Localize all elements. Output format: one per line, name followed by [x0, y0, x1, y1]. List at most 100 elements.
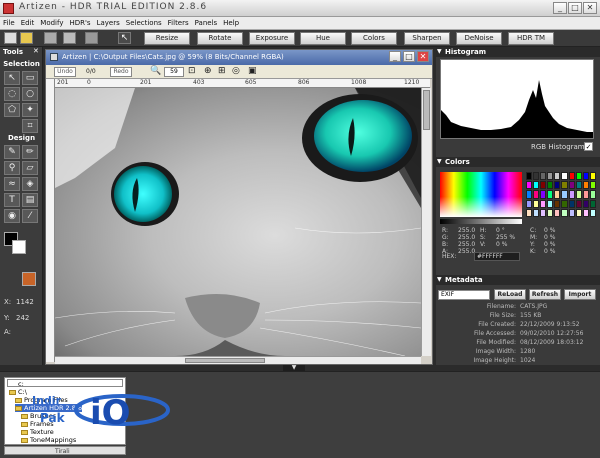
- menu-file[interactable]: File: [0, 17, 18, 30]
- color-swatch[interactable]: [554, 208, 561, 217]
- hue-button[interactable]: Hue: [300, 32, 346, 45]
- text-tool-icon[interactable]: T: [4, 193, 20, 207]
- pencil-tool-icon[interactable]: ✏: [22, 145, 38, 159]
- color-swatch[interactable]: [533, 208, 540, 217]
- color-swatch[interactable]: [547, 172, 554, 181]
- menu-panels[interactable]: Panels: [192, 17, 221, 30]
- colors-button[interactable]: Colors: [351, 32, 397, 45]
- doc-close-button[interactable]: ✕: [417, 51, 429, 62]
- color-swatch[interactable]: [547, 181, 554, 190]
- color-swatch[interactable]: [575, 190, 582, 199]
- color-spectrum[interactable]: [440, 172, 522, 217]
- reload-button[interactable]: ReLoad: [494, 289, 526, 300]
- folder-tree-item[interactable]: C:\: [9, 388, 27, 396]
- color-swatch[interactable]: [589, 199, 596, 208]
- color-swatch[interactable]: [589, 172, 596, 181]
- shape-tool-icon[interactable]: ◉: [4, 209, 20, 223]
- color-swatch[interactable]: [526, 190, 533, 199]
- color-swatch[interactable]: [526, 199, 533, 208]
- color-swatch[interactable]: [582, 181, 589, 190]
- color-swatch[interactable]: [533, 199, 540, 208]
- color-swatch[interactable]: [582, 199, 589, 208]
- vertical-scrollbar[interactable]: [421, 88, 431, 356]
- color-swatch[interactable]: [540, 181, 547, 190]
- color-swatch[interactable]: [568, 172, 575, 181]
- doc-minimize-button[interactable]: _: [389, 51, 401, 62]
- fill-tool-icon[interactable]: ◈: [22, 177, 38, 191]
- crop-tool-icon[interactable]: ⌗: [22, 119, 38, 133]
- color-swatch[interactable]: [526, 172, 533, 181]
- background-color-swatch[interactable]: [12, 240, 26, 254]
- zoom-select-icon[interactable]: ⊡: [188, 66, 196, 76]
- color-swatch[interactable]: [561, 199, 568, 208]
- color-swatch[interactable]: [533, 181, 540, 190]
- hdr-tm-button[interactable]: HDR TM: [508, 32, 554, 45]
- color-swatch[interactable]: [540, 208, 547, 217]
- grayscale-bar[interactable]: [440, 219, 522, 224]
- color-swatch[interactable]: [575, 181, 582, 190]
- gradient-tool-icon[interactable]: ▤: [22, 193, 38, 207]
- vertical-scroll-thumb[interactable]: [423, 90, 430, 130]
- folder-tree-item[interactable]: ToneMappings: [21, 436, 76, 444]
- fit-window-icon[interactable]: ⊞: [218, 66, 226, 76]
- color-swatch[interactable]: [561, 208, 568, 217]
- magic-wand-icon[interactable]: ✦: [22, 103, 38, 117]
- menu-selections[interactable]: Selections: [123, 17, 165, 30]
- tools-close-icon[interactable]: ✕: [33, 47, 39, 55]
- image-canvas[interactable]: [55, 88, 421, 356]
- color-swatch[interactable]: [575, 208, 582, 217]
- fit-screen-icon[interactable]: ▣: [248, 66, 257, 76]
- color-swatch[interactable]: [575, 172, 582, 181]
- menu-layers[interactable]: Layers: [94, 17, 123, 30]
- color-swatch[interactable]: [589, 208, 596, 217]
- color-swatch[interactable]: [582, 208, 589, 217]
- denoise-button[interactable]: DeNoise: [456, 32, 502, 45]
- pointer-icon[interactable]: ↖: [118, 32, 131, 44]
- minimize-button[interactable]: _: [553, 2, 567, 14]
- horizontal-scroll-thumb[interactable]: [185, 358, 265, 363]
- zoom-in-icon[interactable]: ⊕: [204, 66, 212, 76]
- menu-filters[interactable]: Filters: [165, 17, 192, 30]
- new-file-icon[interactable]: [4, 32, 17, 44]
- color-swatch[interactable]: [568, 208, 575, 217]
- color-swatch[interactable]: [540, 190, 547, 199]
- polygon-select-icon[interactable]: ⬠: [4, 103, 20, 117]
- save-icon[interactable]: [44, 32, 57, 44]
- menu-hdrs[interactable]: HDR's: [66, 17, 93, 30]
- color-swatch[interactable]: [526, 208, 533, 217]
- import-button[interactable]: Import: [564, 289, 596, 300]
- color-swatch[interactable]: [589, 181, 596, 190]
- menu-modify[interactable]: Modify: [37, 17, 66, 30]
- actual-size-icon[interactable]: ◎: [232, 66, 240, 76]
- sharpen-button[interactable]: Sharpen: [404, 32, 450, 45]
- color-swatch[interactable]: [561, 172, 568, 181]
- color-swatch[interactable]: [554, 181, 561, 190]
- zoom-input[interactable]: 59: [164, 67, 184, 77]
- lasso-tool-icon[interactable]: ◌: [4, 87, 20, 101]
- close-button[interactable]: ✕: [583, 2, 597, 14]
- color-swatch[interactable]: [582, 172, 589, 181]
- menu-edit[interactable]: Edit: [18, 17, 38, 30]
- texture-swatch[interactable]: [22, 272, 36, 286]
- horizontal-scrollbar[interactable]: [55, 356, 421, 364]
- metadata-header[interactable]: Metadata: [436, 275, 600, 285]
- maximize-button[interactable]: □: [568, 2, 582, 14]
- color-swatch[interactable]: [575, 199, 582, 208]
- move-tool-icon[interactable]: ↖: [4, 71, 20, 85]
- eyedropper-icon[interactable]: ⁄: [22, 209, 38, 223]
- color-swatch[interactable]: [554, 172, 561, 181]
- color-swatch[interactable]: [540, 172, 547, 181]
- menu-help[interactable]: Help: [220, 17, 242, 30]
- color-swatch[interactable]: [582, 190, 589, 199]
- rect-select-icon[interactable]: ▭: [22, 71, 38, 85]
- eraser-tool-icon[interactable]: ▱: [22, 161, 38, 175]
- undo-button[interactable]: Undo: [54, 67, 76, 77]
- hex-input[interactable]: #FFFFFF: [474, 252, 520, 261]
- save-as-icon[interactable]: [63, 32, 76, 44]
- color-swatch[interactable]: [547, 199, 554, 208]
- exposure-button[interactable]: Exposure: [249, 32, 295, 45]
- color-swatch[interactable]: [526, 181, 533, 190]
- open-folder-icon[interactable]: [20, 32, 33, 44]
- resize-button[interactable]: Resize: [144, 32, 190, 45]
- histogram-checkbox[interactable]: ✓: [584, 142, 593, 151]
